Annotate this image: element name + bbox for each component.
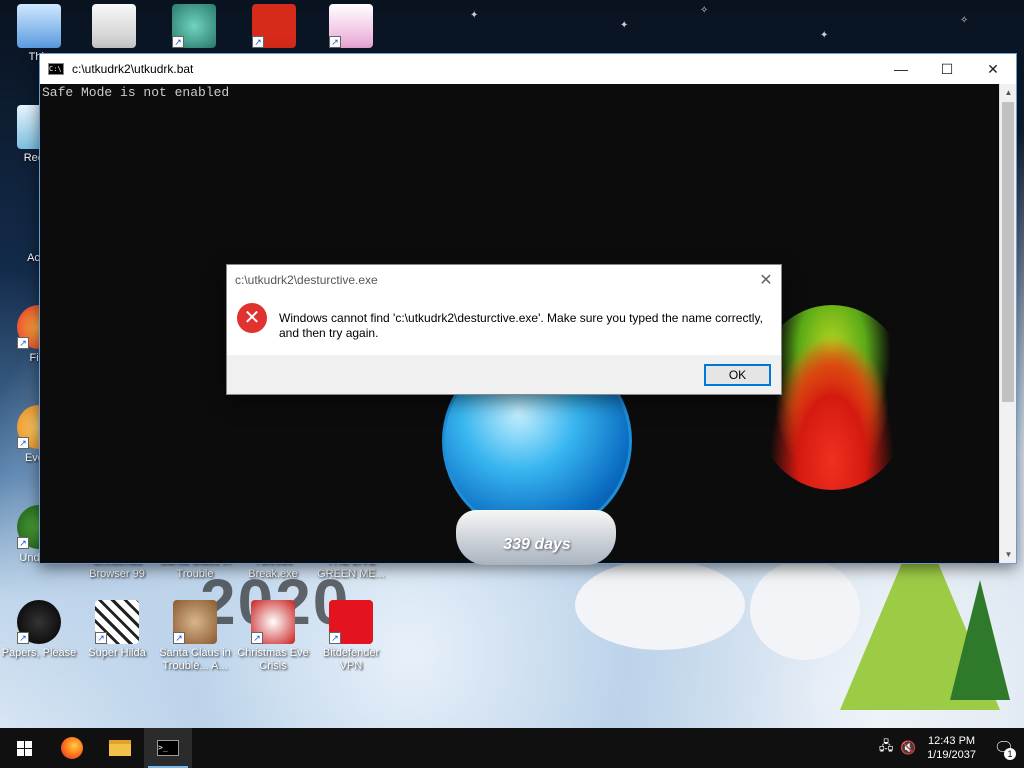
desktop-icon-label: Papers, Please <box>1 647 77 659</box>
star-decoration: ✧ <box>960 15 969 26</box>
bitdefender-shield-icon: ↗ <box>329 600 373 644</box>
error-dialog[interactable]: c:\utkudrk2\desturctive.exe ✕ ✕ Windows … <box>226 264 782 395</box>
clock-time: 12:43 PM <box>927 735 976 747</box>
desktop-icon-label: Christmas Eve Crisis <box>237 647 309 672</box>
days-countdown-text: 339 days <box>503 536 571 553</box>
shortcut-arrow-icon: ↗ <box>329 632 341 644</box>
maximize-button[interactable]: ☐ <box>924 54 970 84</box>
desktop-icon-label: Bitdefender VPN <box>322 647 380 672</box>
christmas-tree-decoration <box>950 580 1010 700</box>
cmd-titlebar[interactable]: C:\ c:\utkudrk2\utkudrk.bat — ☐ ✕ <box>40 54 1016 84</box>
shortcut-arrow-icon: ↗ <box>251 632 263 644</box>
taskbar-cmd[interactable]: >_ <box>144 728 192 768</box>
cmd-icon: >_ <box>157 740 179 756</box>
shortcut-arrow-icon: ↗ <box>329 36 341 48</box>
computer-icon <box>17 4 61 48</box>
santa-game-icon: ↗ <box>173 600 217 644</box>
vertical-scrollbar[interactable]: ▲ ▼ <box>999 84 1016 563</box>
shortcut-arrow-icon: ↗ <box>17 537 29 549</box>
windows-logo-icon <box>16 740 32 756</box>
app-icon <box>92 4 136 48</box>
desktop-icon-label: Santa Claus in Trouble... A... <box>159 647 231 672</box>
desktop-icon-super-hilda[interactable]: ↗ Super Hilda <box>78 600 156 660</box>
dialog-footer: OK <box>227 355 781 394</box>
desktop-icon-bitdefender-vpn[interactable]: ↗ Bitdefender VPN <box>312 600 390 673</box>
taskbar-file-explorer[interactable] <box>96 728 144 768</box>
folder-icon <box>109 740 131 756</box>
clock-date: 1/19/2037 <box>927 749 976 761</box>
error-message: Windows cannot find 'c:\utkudrk2\desturc… <box>279 311 763 340</box>
cmd-icon: C:\ <box>48 63 64 75</box>
scroll-up-icon[interactable]: ▲ <box>1000 84 1017 101</box>
santa-face-icon: ↗ <box>251 600 295 644</box>
scrollbar-thumb[interactable] <box>1002 102 1014 402</box>
desktop-icon-label: Super Hilda <box>88 647 146 659</box>
desktop-icon-top-4[interactable]: ↗ <box>312 4 390 51</box>
pig-game-icon: ↗ <box>329 4 373 48</box>
star-decoration: ✦ <box>620 20 629 31</box>
shortcut-arrow-icon: ↗ <box>252 36 264 48</box>
ok-button[interactable]: OK <box>704 364 771 386</box>
shortcut-arrow-icon: ↗ <box>172 36 184 48</box>
taskbar: >_ 🖧 🔇 12:43 PM 1/19/2037 🗨 1 <box>0 728 1024 768</box>
shortcut-arrow-icon: ↗ <box>17 337 29 349</box>
desktop-icon-christmas-eve-crisis[interactable]: ↗ Christmas Eve Crisis <box>234 600 312 673</box>
shortcut-arrow-icon: ↗ <box>173 632 185 644</box>
error-icon: ✕ <box>237 303 267 333</box>
system-tray: 🖧 🔇 12:43 PM 1/19/2037 🗨 1 <box>875 728 1024 768</box>
shortcut-arrow-icon: ↗ <box>17 437 29 449</box>
star-decoration: ✦ <box>470 10 479 21</box>
firefox-icon <box>61 737 83 759</box>
cmd-window-title: c:\utkudrk2\utkudrk.bat <box>72 62 194 76</box>
desktop-icon-top-2[interactable]: ↗ <box>155 4 233 51</box>
dialog-body: ✕ Windows cannot find 'c:\utkudrk2\destu… <box>227 295 781 355</box>
start-button[interactable] <box>0 728 48 768</box>
network-disconnected-icon[interactable]: 🖧 <box>875 737 897 759</box>
game-icon: ↗ <box>172 4 216 48</box>
papers-please-icon: ↗ <box>17 600 61 644</box>
shortcut-arrow-icon: ↗ <box>17 632 29 644</box>
clock[interactable]: 12:43 PM 1/19/2037 <box>919 734 984 762</box>
close-button[interactable]: ✕ <box>970 54 1016 84</box>
minimize-button[interactable]: — <box>878 54 924 84</box>
desktop-icon-top-1[interactable] <box>75 4 153 51</box>
shortcut-arrow-icon: ↗ <box>95 632 107 644</box>
desktop-icon-santa-trouble-a[interactable]: ↗ Santa Claus in Trouble... A... <box>156 600 234 673</box>
scroll-down-icon[interactable]: ▼ <box>1000 546 1017 563</box>
dialog-title: c:\utkudrk2\desturctive.exe <box>235 273 378 287</box>
star-decoration: ✦ <box>820 30 829 41</box>
desktop-icon-top-3[interactable]: ↗ <box>235 4 313 51</box>
star-decoration: ✧ <box>700 5 709 16</box>
notification-count-badge: 1 <box>1004 748 1016 760</box>
desktop-icon-papers-please[interactable]: ↗ Papers, Please <box>0 600 78 660</box>
pixel-game-icon: ↗ <box>95 600 139 644</box>
dialog-close-button[interactable]: ✕ <box>751 265 781 295</box>
dialog-titlebar[interactable]: c:\utkudrk2\desturctive.exe ✕ <box>227 265 781 295</box>
taskbar-firefox[interactable] <box>48 728 96 768</box>
mcdonalds-icon: ↗ <box>252 4 296 48</box>
snowman-decoration <box>575 560 745 650</box>
volume-muted-icon[interactable]: 🔇 <box>897 740 919 756</box>
notification-center-button[interactable]: 🗨 1 <box>984 728 1024 768</box>
